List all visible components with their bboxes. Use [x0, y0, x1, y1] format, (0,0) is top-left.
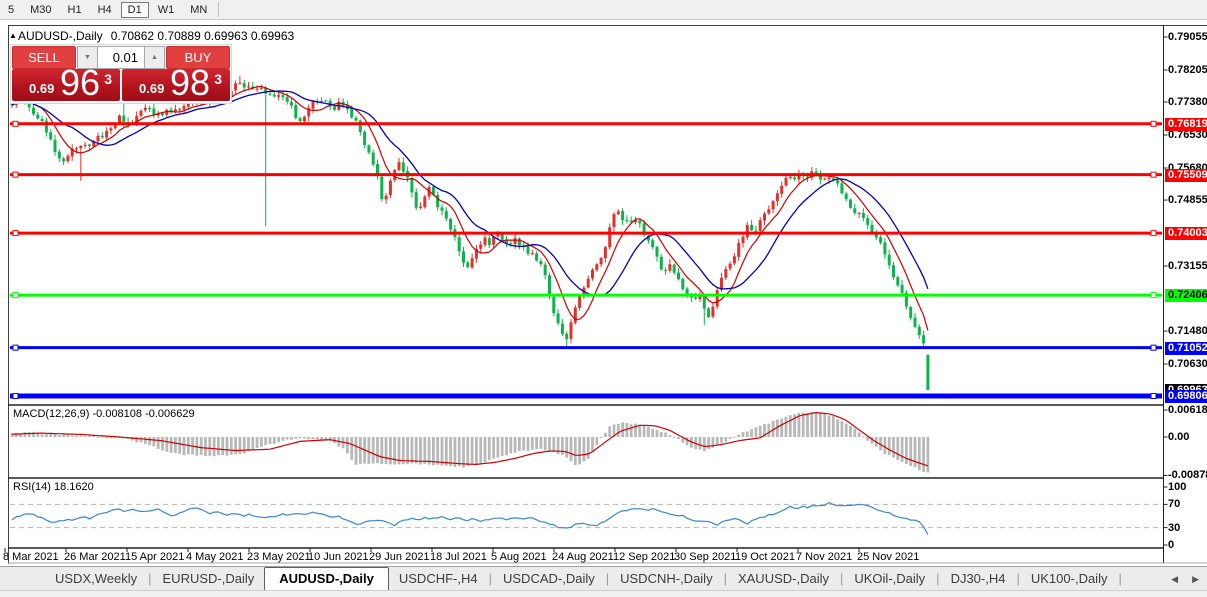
buy-price-box[interactable]: 0.69 98 3: [122, 69, 230, 101]
chart-symbol-label: AUDUSD-,Daily: [18, 29, 103, 43]
level-price-label: 0.69806: [1165, 390, 1207, 403]
mt4-terminal: 5M30H1H4D1W1MN ▲ AUDUSD-,Daily0.70862 0.…: [0, 0, 1207, 597]
level-price-label: 0.76819: [1165, 118, 1207, 131]
sell-price-prefix: 0.69: [29, 81, 54, 96]
sell-price-box[interactable]: 0.69 96 3: [12, 69, 120, 101]
sell-price-main: 96: [60, 62, 100, 104]
level-price-label: 0.72406: [1165, 289, 1207, 302]
rsi-indicator-label: RSI(14) 18.1620: [13, 481, 94, 493]
macd-name: MACD(12,26,9): [13, 408, 89, 420]
chart-ohlc-values: 0.70862 0.70889 0.69963 0.69963: [111, 29, 295, 43]
rsi-value: 18.1620: [54, 481, 94, 493]
level-price-label: 0.75509: [1165, 169, 1207, 182]
level-price-label: 0.74003: [1165, 227, 1207, 240]
rsi-name: RSI(14): [13, 481, 51, 493]
collapse-subwindow-icon[interactable]: ▲: [9, 31, 17, 40]
level-price-label: 0.71052: [1165, 342, 1207, 355]
volume-increase-button[interactable]: ▲: [144, 46, 165, 69]
macd-indicator-label: MACD(12,26,9) -0.008108 -0.006629: [13, 408, 195, 420]
buy-price-main: 98: [170, 62, 210, 104]
one-click-trade-panel: SELL ▼ 0.01 ▲ BUY 0.69 96 3 0.69 98 3: [10, 44, 232, 104]
buy-price-pipette: 3: [214, 71, 222, 87]
volume-input[interactable]: 0.01: [98, 46, 144, 69]
sell-price-pipette: 3: [104, 71, 112, 87]
macd-values: -0.008108 -0.006629: [92, 408, 194, 420]
chart-title: ▲ AUDUSD-,Daily0.70862 0.70889 0.69963 0…: [18, 29, 294, 43]
buy-price-prefix: 0.69: [139, 81, 164, 96]
